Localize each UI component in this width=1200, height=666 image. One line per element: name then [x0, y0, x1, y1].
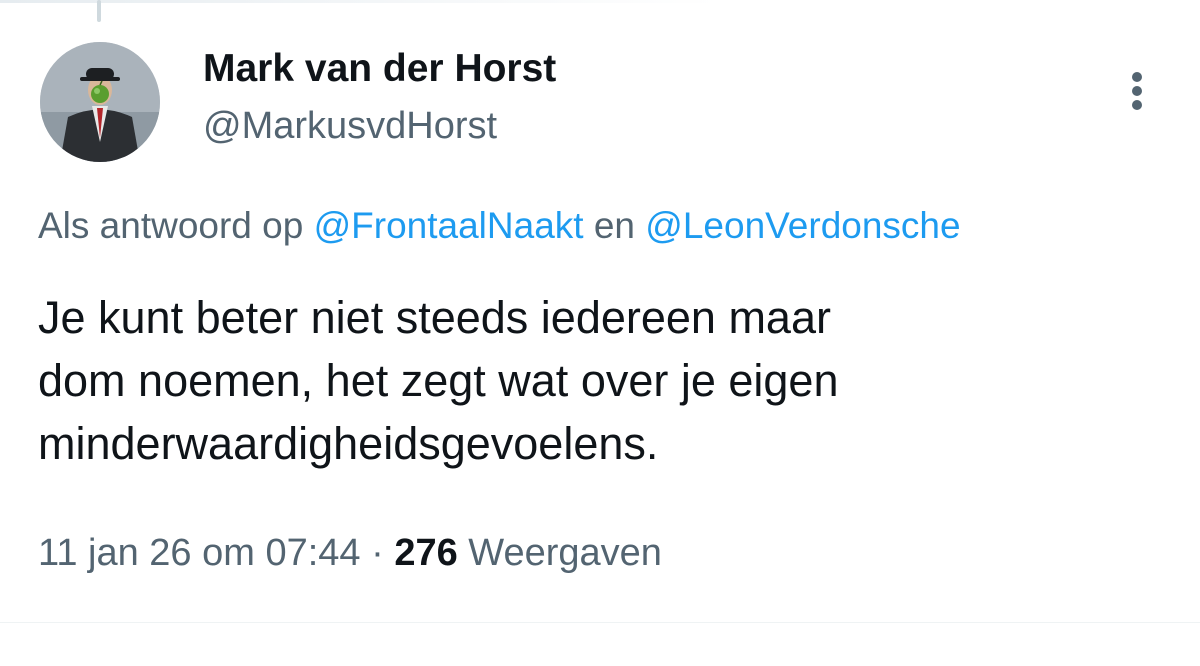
- more-options-button[interactable]: [1120, 66, 1154, 116]
- tweet-text-line: Je kunt beter niet steeds iedereen maar: [38, 292, 831, 343]
- more-vertical-icon: [1132, 72, 1142, 82]
- divider: [0, 622, 1200, 623]
- top-edge: [0, 0, 1200, 3]
- avatar[interactable]: [40, 42, 160, 162]
- meta-separator: ·: [360, 532, 395, 574]
- reply-prefix: Als antwoord op: [38, 205, 314, 246]
- more-vertical-icon-dot: [1132, 100, 1142, 110]
- author-name[interactable]: Mark van der Horst: [203, 44, 556, 94]
- reply-context: Als antwoord op @FrontaalNaakt en @LeonV…: [38, 202, 1200, 250]
- more-vertical-icon-dot: [1132, 86, 1142, 96]
- reply-joiner: en: [583, 205, 646, 246]
- tweet-text-line: minderwaardigheidsgevoelens.: [38, 418, 659, 469]
- author-handle[interactable]: @MarkusvdHorst: [203, 102, 497, 150]
- reply-mention-frontaalnaakt[interactable]: @FrontaalNaakt: [314, 205, 584, 246]
- tweet-meta: 11 jan 26 om 07:44 · 276 Weergaven: [38, 528, 662, 578]
- avatar-image: [40, 42, 160, 162]
- tweet-text-line: dom noemen, het zegt wat over je eigen: [38, 355, 839, 406]
- thread-connector-line: [97, 0, 101, 22]
- views-count[interactable]: 276: [394, 532, 457, 574]
- tweet-text: Je kunt beter niet steeds iedereen maar …: [38, 286, 1178, 475]
- views-label: Weergaven: [457, 532, 662, 574]
- tweet-timestamp[interactable]: 11 jan 26 om 07:44: [38, 532, 361, 574]
- reply-mention-leonverdonsche[interactable]: @LeonVerdonsche: [645, 205, 960, 246]
